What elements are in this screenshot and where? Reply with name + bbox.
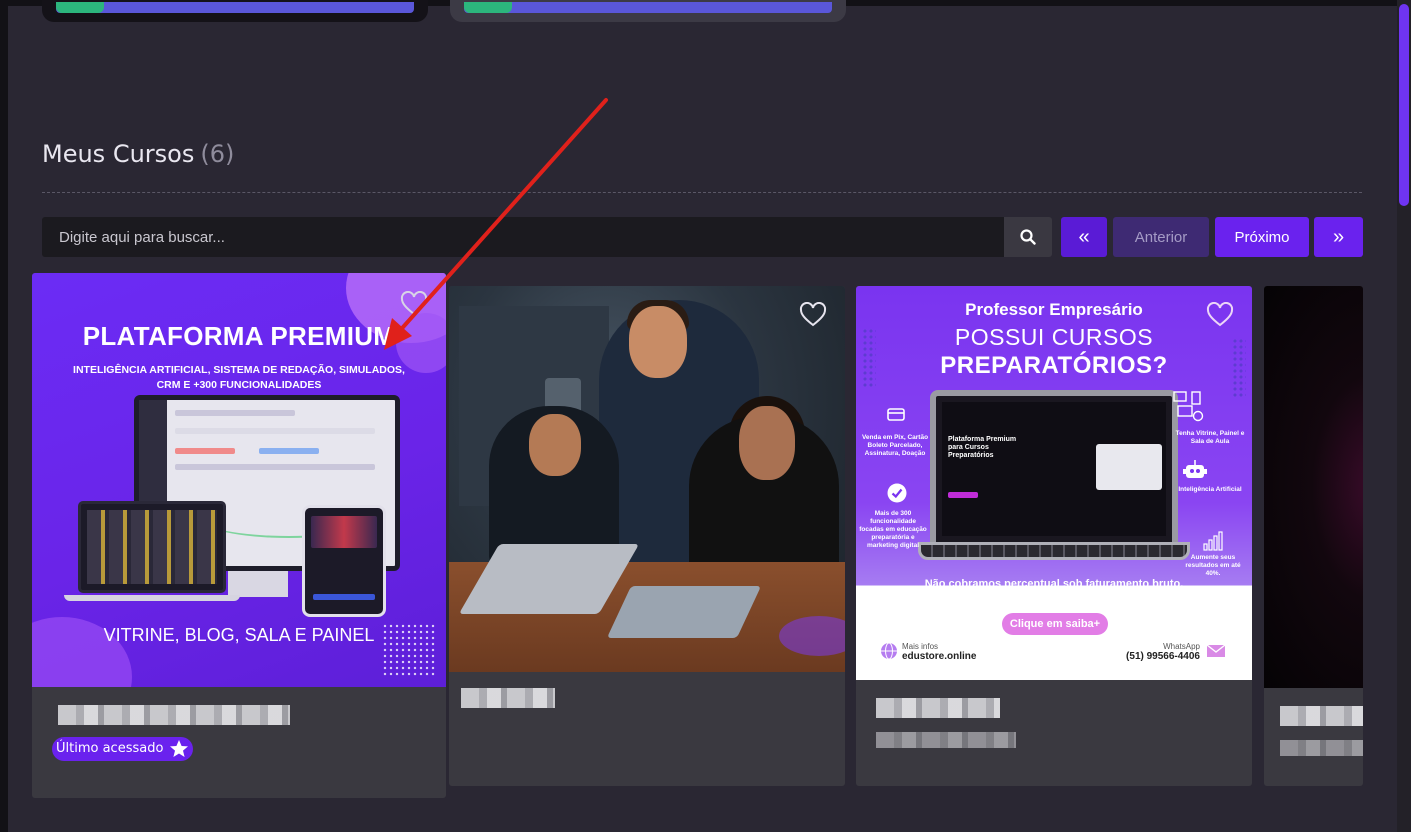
- footer-whatsapp-label: WhatsApp: [1163, 642, 1200, 651]
- devices-icon: [1173, 391, 1204, 422]
- progress-pill: [464, 2, 512, 13]
- favorite-heart-icon[interactable]: [1206, 302, 1234, 328]
- phone-image: [311, 516, 377, 548]
- thumbnail-subtitle-line1: INTELIGÊNCIA ARTIFICIAL, SISTEMA DE REDA…: [73, 364, 405, 376]
- last-accessed-badge: Último acessado: [52, 737, 194, 761]
- photo-keyboard: [606, 586, 762, 638]
- mockup-row: [175, 448, 235, 454]
- course-count: (6): [200, 140, 235, 168]
- progress-bar: [56, 2, 414, 13]
- search-icon: [1020, 229, 1036, 245]
- search-bar: [42, 217, 1004, 257]
- mockup-row: [175, 428, 375, 434]
- course-subtitle-redacted: [1280, 740, 1363, 756]
- footer-website-label: Mais infos: [902, 642, 939, 651]
- laptop-mockup: [78, 501, 226, 593]
- laptop-screen: [87, 510, 217, 584]
- left-edge: [0, 0, 8, 832]
- feature-payments: Venda em Pix, Cartão Boleto Parcelado, A…: [861, 434, 929, 457]
- monitor-stand: [228, 571, 288, 597]
- section-title: Meus Cursos (6): [42, 140, 234, 168]
- thumbnail-line3: PREPARATÓRIOS?: [940, 352, 1168, 379]
- screen-title: Plataforma Premium para Cursos Preparató…: [948, 436, 1017, 459]
- screen-button: [948, 492, 978, 498]
- footer-whatsapp-value: (51) 99566-4406: [1126, 651, 1200, 662]
- bottom-line2: Aumente seus resultados e diminua seu cu…: [931, 594, 1177, 606]
- phone-button: [313, 594, 375, 600]
- last-page-button[interactable]: »: [1314, 217, 1363, 257]
- course-card[interactable]: [1264, 286, 1363, 786]
- robot-icon: [1183, 460, 1207, 478]
- section-title-text: Meus Cursos: [42, 140, 195, 168]
- credit-card-icon: [887, 408, 905, 421]
- thumbnail-bottom-text: Não cobramos percentual sob faturamento …: [856, 576, 1252, 608]
- feature-storefront: Tenha Vitrine, Painel e Sala de Aula: [1175, 430, 1245, 445]
- feature-results: Aumente seus resultados em até 40%.: [1185, 554, 1241, 577]
- thumbnail-subtitle-line2: CRM E +300 FUNCIONALIDADES: [156, 379, 322, 391]
- search-button[interactable]: [1004, 217, 1052, 257]
- scrollbar[interactable]: [1397, 0, 1411, 832]
- decor-dots: [382, 623, 436, 677]
- course-thumbnail[interactable]: [1264, 286, 1363, 688]
- thumbnail-subtitle: INTELIGÊNCIA ARTIFICIAL, SISTEMA DE REDA…: [62, 363, 416, 393]
- screen-chart: [1096, 444, 1162, 490]
- search-input[interactable]: [42, 217, 1004, 257]
- footer-whatsapp: WhatsApp (51) 99566-4406: [1126, 642, 1200, 662]
- feature-functionalities: Mais de 300 funcionalidade focadas em ed…: [859, 510, 927, 549]
- course-name-redacted: [58, 705, 290, 725]
- photo-head: [739, 406, 795, 480]
- bar-growth-icon: [1203, 531, 1223, 551]
- decor-dots: [862, 328, 876, 388]
- course-card[interactable]: Professor Empresário POSSUI CURSOS PREPA…: [856, 286, 1252, 786]
- star-icon: [170, 740, 189, 757]
- photo-head: [629, 306, 687, 378]
- thumbnail-line1: Professor Empresário: [965, 300, 1143, 319]
- mockup-row: [175, 410, 295, 416]
- feature-ai: Inteligência Artificial: [1178, 486, 1242, 493]
- course-thumbnail[interactable]: [449, 286, 845, 672]
- course-card[interactable]: PLATAFORMA PREMIUM INTELIGÊNCIA ARTIFICI…: [32, 273, 446, 798]
- laptop-base: [64, 595, 240, 601]
- check-circle-icon: [887, 483, 907, 503]
- footer-website-value: edustore.online: [902, 651, 977, 662]
- course-card[interactable]: [449, 286, 845, 786]
- globe-icon: [881, 642, 897, 660]
- course-name-redacted: [876, 698, 1000, 718]
- favorite-heart-icon[interactable]: [400, 291, 428, 317]
- course-name-redacted: [461, 688, 555, 708]
- photo-head: [529, 414, 581, 476]
- thumbnail-title: PLATAFORMA PREMIUM: [82, 321, 396, 351]
- saiba-mais-button[interactable]: Clique em saiba+: [1002, 613, 1108, 635]
- previous-course-card[interactable]: [450, 0, 846, 22]
- scrollbar-thumb[interactable]: [1399, 4, 1409, 206]
- previous-page-button[interactable]: Anterior: [1113, 217, 1209, 257]
- course-subtitle-redacted: [876, 732, 1016, 748]
- bottom-line1: Não cobramos percentual sob faturamento …: [924, 578, 1184, 590]
- first-page-button[interactable]: «: [1061, 217, 1107, 257]
- laptop-mockup: Plataforma Premium para Cursos Preparató…: [930, 390, 1178, 548]
- course-name-redacted: [1280, 706, 1363, 726]
- previous-course-card[interactable]: [42, 0, 428, 22]
- progress-pill: [56, 2, 104, 13]
- progress-bar: [464, 2, 832, 13]
- mockup-row: [175, 464, 375, 470]
- decor-dots: [1232, 338, 1246, 398]
- last-accessed-label: Último acessado: [56, 741, 164, 756]
- section-divider: [42, 192, 1362, 193]
- thumbnail-line2: POSSUI CURSOS: [954, 324, 1154, 350]
- footer-website: Mais infos edustore.online: [902, 642, 976, 662]
- phone-mockup: [302, 505, 386, 617]
- mockup-row: [259, 448, 319, 454]
- mail-icon: [1206, 644, 1226, 657]
- course-thumbnail[interactable]: PLATAFORMA PREMIUM INTELIGÊNCIA ARTIFICI…: [32, 273, 446, 687]
- course-thumbnail[interactable]: Professor Empresário POSSUI CURSOS PREPA…: [856, 286, 1252, 680]
- laptop-keyboard: [918, 542, 1190, 560]
- next-page-button[interactable]: Próximo: [1215, 217, 1309, 257]
- favorite-heart-icon[interactable]: [799, 302, 827, 328]
